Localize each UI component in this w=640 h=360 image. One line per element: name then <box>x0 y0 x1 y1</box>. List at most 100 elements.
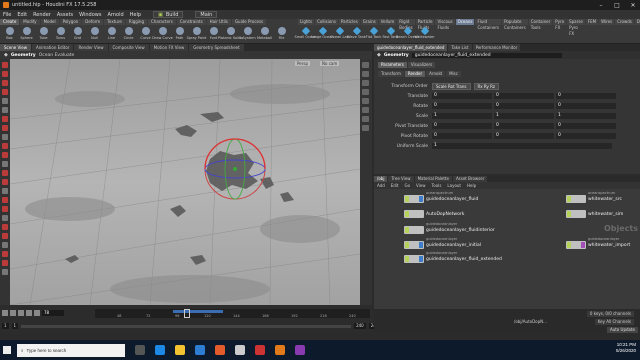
shaded-icon[interactable] <box>362 89 369 95</box>
tab-take-list[interactable]: Take List <box>448 44 472 51</box>
param-field-scale[interactable]: 1 <box>556 113 616 119</box>
folder-tab-arnold[interactable]: Arnold <box>426 71 446 77</box>
tab-visualizers[interactable]: Visualizers <box>407 62 436 68</box>
shelf-tab-sparse-pyro-fx[interactable]: Sparse Pyro FX <box>567 19 585 36</box>
lighting-icon[interactable] <box>362 71 369 77</box>
shelf-tool-metaball[interactable]: Metaball <box>257 26 272 43</box>
shelf-tab-rigid-bodies[interactable]: Rigid Bodies <box>397 19 415 30</box>
param-field-uniform-scale[interactable]: 1 <box>432 143 612 149</box>
shelf-tab-texture[interactable]: Texture <box>104 19 125 25</box>
menu-assets[interactable]: Assets <box>57 12 73 18</box>
network-node[interactable]: guidedoceanlayer_fluid_extended guidedoce… <box>404 251 502 263</box>
network-menu-add[interactable]: Add <box>377 183 385 188</box>
tab-motion-fx-view[interactable]: Motion FX View <box>149 44 189 51</box>
paint-tool-icon[interactable] <box>2 233 8 239</box>
task-view-icon[interactable] <box>135 345 145 355</box>
close-icon[interactable]: ✕ <box>628 2 638 9</box>
tab-parameters[interactable]: Parameters <box>378 62 407 68</box>
more-tool-icon[interactable] <box>2 269 8 275</box>
shelf-tab-collisions[interactable]: Collisions <box>315 19 338 25</box>
shelf-tab-guide-process[interactable]: Guide Process <box>231 19 267 25</box>
magnet-tool-icon[interactable] <box>2 152 8 158</box>
media-icon[interactable] <box>255 345 265 355</box>
shelf-tab-lights[interactable]: Lights <box>298 19 315 25</box>
lasso-tool-icon[interactable] <box>2 224 8 230</box>
shelf-tool-curve[interactable]: Curve <box>138 26 153 43</box>
shelf-tool-torus[interactable]: Torus <box>53 26 68 43</box>
shelf-tab-pyro-fx[interactable]: Pyro FX <box>553 19 567 30</box>
points-icon[interactable] <box>362 107 369 113</box>
handle-tool-icon[interactable] <box>2 98 8 104</box>
firefox-icon[interactable] <box>215 345 225 355</box>
shelf-tool-grid[interactable]: Grid <box>70 26 85 43</box>
normals-icon[interactable] <box>362 116 369 122</box>
start-frame-field-2[interactable]: 1 <box>11 323 19 329</box>
last-frame-icon[interactable] <box>34 310 40 316</box>
network-menu-view[interactable]: View <box>416 183 426 188</box>
param-field-pivot-rotate[interactable]: 0 <box>494 133 554 139</box>
shelf-tool-tube[interactable]: Tube <box>36 26 51 43</box>
camera-menu[interactable]: No cam <box>320 61 340 66</box>
store-icon[interactable] <box>195 345 205 355</box>
param-field-translate[interactable]: 0 <box>432 93 492 99</box>
folder-tab-transform[interactable]: Transform <box>378 71 404 77</box>
network-grid[interactable]: Objects guidedoceanlayer_fluid oceanspect… <box>374 189 640 309</box>
tab-render-view[interactable]: Render View <box>74 44 108 51</box>
shelf-tab-particle-fluids[interactable]: Particle Fluids <box>415 19 435 30</box>
param-field-pivot-translate[interactable]: 0 <box>494 123 554 129</box>
start-button[interactable] <box>0 340 14 360</box>
playhead[interactable] <box>184 309 191 318</box>
menu-edit[interactable]: Edit <box>17 12 27 18</box>
shelf-tool-draw-curve[interactable]: Draw Curve <box>152 26 173 43</box>
network-menu-go[interactable]: Go <box>405 183 411 188</box>
network-node[interactable]: guidedoceanlayer_initial guidedoceanlayer <box>404 237 481 249</box>
folder-tab-render[interactable]: Render <box>404 71 426 77</box>
param-field-scale[interactable]: 1 <box>432 113 492 119</box>
shelf-tab-characters[interactable]: Characters <box>147 19 176 25</box>
shelf-tab-rigging[interactable]: Rigging <box>125 19 147 25</box>
vertex-tool-icon[interactable] <box>2 215 8 221</box>
shelf-tab-model[interactable]: Model <box>40 19 59 25</box>
rotate-order-dropdown[interactable]: Rx Ry Rz <box>473 82 499 90</box>
play-icon[interactable] <box>26 310 32 316</box>
edge-browser-icon[interactable] <box>155 345 165 355</box>
shelf-tool-box[interactable]: Box <box>2 26 17 43</box>
range-slider[interactable] <box>21 324 352 328</box>
shelf-tool-ocean-lab[interactable]: Ocean Lab <box>330 26 349 43</box>
ghost-icon[interactable] <box>362 98 369 104</box>
param-field-rotate[interactable]: 0 <box>556 103 616 109</box>
tab-performance-monitor[interactable]: Performance Monitor <box>472 44 521 51</box>
network-node[interactable]: whitewater_src oceanspectrum <box>566 191 622 203</box>
param-field-pivot-rotate[interactable]: 0 <box>432 133 492 139</box>
minimize-icon[interactable]: – <box>596 2 606 9</box>
maximize-icon[interactable]: □ <box>612 2 622 9</box>
shelf-tab-modify[interactable]: Modify <box>20 19 40 25</box>
key-all-channels-button[interactable]: Key All Channels <box>594 319 634 325</box>
shelf-tool-font[interactable]: Font <box>206 26 221 43</box>
shelf-tab-particles[interactable]: Particles <box>338 19 360 25</box>
network-menu-edit[interactable]: Edit <box>391 183 399 188</box>
houdini-taskbar-icon[interactable] <box>275 345 285 355</box>
brush-tool-icon[interactable] <box>2 116 8 122</box>
menu-render[interactable]: Render <box>33 12 51 18</box>
shelf-tool-whitewater[interactable]: Whitewater <box>414 26 435 43</box>
primitive-tool-icon[interactable] <box>2 206 8 212</box>
shelf-tool-beach-ocean[interactable]: Beach Ocean <box>396 26 419 43</box>
end-frame-field[interactable]: 240 <box>354 323 366 329</box>
move-tool-icon[interactable] <box>2 71 8 77</box>
param-field-rotate[interactable]: 0 <box>432 103 492 109</box>
shelf-tab-grains[interactable]: Grains <box>360 19 378 25</box>
bounds-icon[interactable] <box>362 125 369 131</box>
tab-scene-view[interactable]: Scene View <box>0 44 31 51</box>
desktop-main-selector[interactable]: Main <box>195 11 218 18</box>
shelf-tab-wires[interactable]: Wires <box>599 19 615 25</box>
param-field-rotate[interactable]: 0 <box>494 103 554 109</box>
persp-menu[interactable]: Persp <box>295 61 310 66</box>
auto-update-button[interactable]: Auto Update <box>606 327 638 333</box>
attach-tool-icon[interactable] <box>2 260 8 266</box>
shelf-tool-sphere[interactable]: Sphere <box>19 26 34 43</box>
tab-composite-view[interactable]: Composite View <box>108 44 149 51</box>
menu-arnold[interactable]: Arnold <box>107 12 123 18</box>
transform-order-dropdown[interactable]: Scale Rot Trans <box>432 82 471 90</box>
parameter-path-label[interactable]: Geometry <box>384 53 409 58</box>
